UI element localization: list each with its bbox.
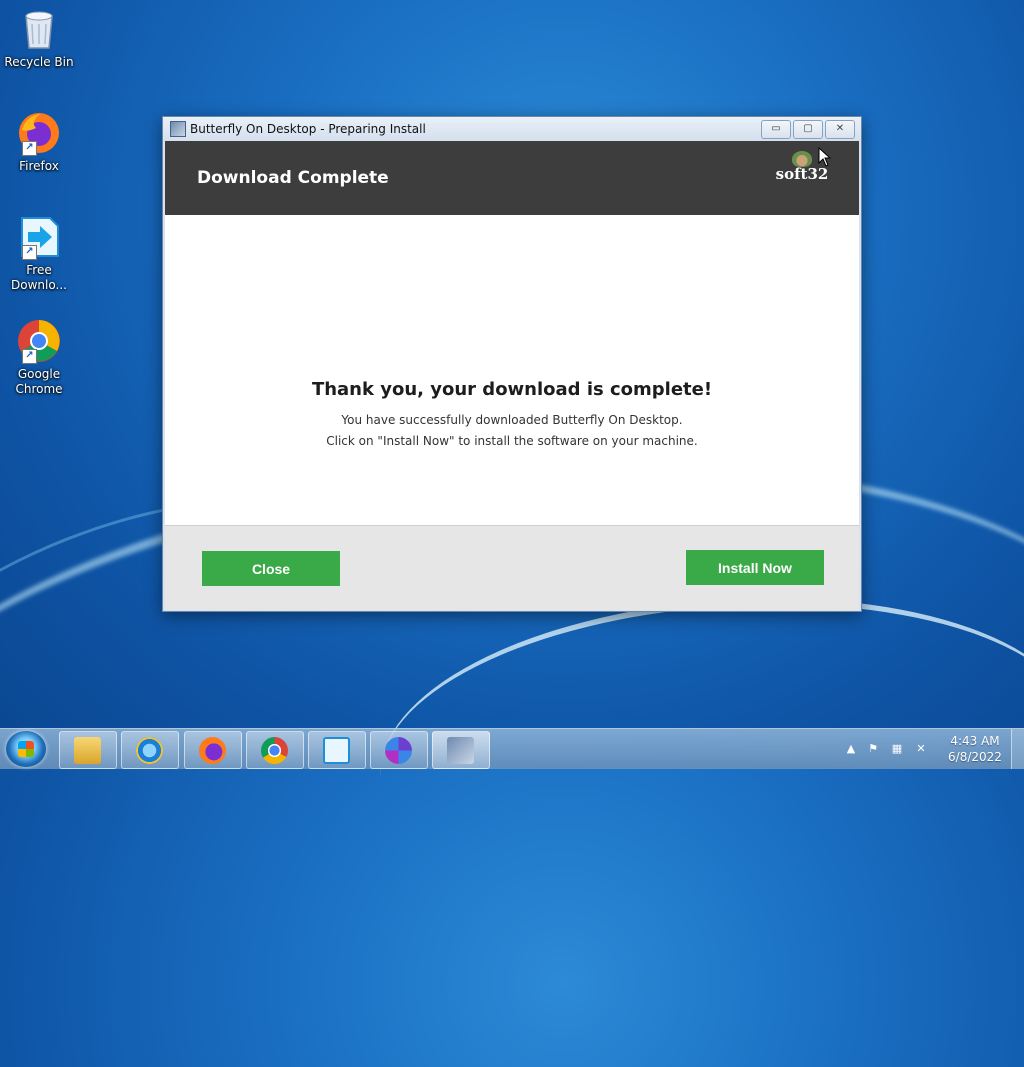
window-titlebar[interactable]: Butterfly On Desktop - Preparing Install… <box>163 117 861 141</box>
action-center-flag-icon[interactable]: ⚑ <box>866 742 880 755</box>
firefox-icon <box>199 737 226 764</box>
taskbar-free-download-manager[interactable] <box>308 731 366 769</box>
internet-explorer-icon <box>136 737 163 764</box>
minimize-button[interactable]: ▭ <box>761 119 791 139</box>
taskbar-media[interactable] <box>370 731 428 769</box>
windows-logo-icon <box>18 741 34 757</box>
recycle-bin-icon <box>16 6 62 52</box>
shortcut-arrow-icon: ↗ <box>22 245 37 260</box>
desktop-icon-label: Firefox <box>19 159 59 173</box>
show-hidden-icons-button[interactable]: ▲ <box>844 742 858 755</box>
chrome-icon: ↗ <box>16 318 62 364</box>
network-icon[interactable]: ▦ <box>890 742 904 755</box>
dialog-header: Download Complete soft32 <box>165 141 859 215</box>
media-icon <box>385 737 412 764</box>
completion-message-line-2: Click on "Install Now" to install the so… <box>326 434 698 448</box>
desktop-icon-label: Google Chrome <box>15 367 63 396</box>
installer-icon <box>447 737 474 764</box>
completion-message-line-1: You have successfully downloaded Butterf… <box>341 413 683 427</box>
firefox-icon: ↗ <box>16 110 62 156</box>
header-title: Download Complete <box>197 168 389 188</box>
desktop-icon-label: Free Downlo... <box>11 263 67 292</box>
taskbar: ▲ ⚑ ▦ ✕ 4:43 AM 6/8/2022 <box>0 728 1024 769</box>
clock-time: 4:43 AM <box>950 734 1000 748</box>
desktop-icon-firefox[interactable]: ↗ Firefox <box>4 110 74 174</box>
logo-text: soft32 <box>775 165 829 183</box>
shortcut-arrow-icon: ↗ <box>22 349 37 364</box>
start-button[interactable] <box>6 731 46 767</box>
completion-heading: Thank you, your download is complete! <box>311 379 713 400</box>
free-download-manager-icon: ↗ <box>16 214 62 260</box>
taskbar-chrome[interactable] <box>246 731 304 769</box>
dialog-content: Thank you, your download is complete! Yo… <box>165 215 859 525</box>
desktop-icon-recycle-bin[interactable]: Recycle Bin <box>4 6 74 70</box>
taskbar-explorer[interactable] <box>59 731 117 769</box>
close-button[interactable]: Close <box>202 551 340 586</box>
desktop-icon-label: Recycle Bin <box>4 55 74 69</box>
free-download-manager-icon <box>323 737 350 764</box>
dialog-footer: Close Install Now <box>165 525 859 610</box>
taskbar-internet-explorer[interactable] <box>121 731 179 769</box>
shortcut-arrow-icon: ↗ <box>22 141 37 156</box>
taskbar-installer-active[interactable] <box>432 731 490 769</box>
system-tray: ▲ ⚑ ▦ ✕ 4:43 AM 6/8/2022 <box>840 729 1024 769</box>
maximize-button[interactable]: ▢ <box>793 119 823 139</box>
clock-date: 6/8/2022 <box>948 750 1002 764</box>
desktop-icon-free-download-manager[interactable]: ↗ Free Downlo... <box>4 214 74 293</box>
show-desktop-button[interactable] <box>1011 729 1024 769</box>
install-now-button[interactable]: Install Now <box>686 550 824 585</box>
taskbar-firefox[interactable] <box>184 731 242 769</box>
window-title: Butterfly On Desktop - Preparing Install <box>190 122 426 136</box>
close-window-button[interactable]: ✕ <box>825 119 855 139</box>
clock[interactable]: 4:43 AM 6/8/2022 <box>940 733 1010 765</box>
desktop-icon-google-chrome[interactable]: ↗ Google Chrome <box>4 318 74 397</box>
chrome-icon <box>261 737 288 764</box>
installer-app-icon <box>170 121 186 137</box>
installer-window: Butterfly On Desktop - Preparing Install… <box>162 116 862 612</box>
volume-muted-icon[interactable]: ✕ <box>914 742 928 755</box>
explorer-icon <box>74 737 101 764</box>
